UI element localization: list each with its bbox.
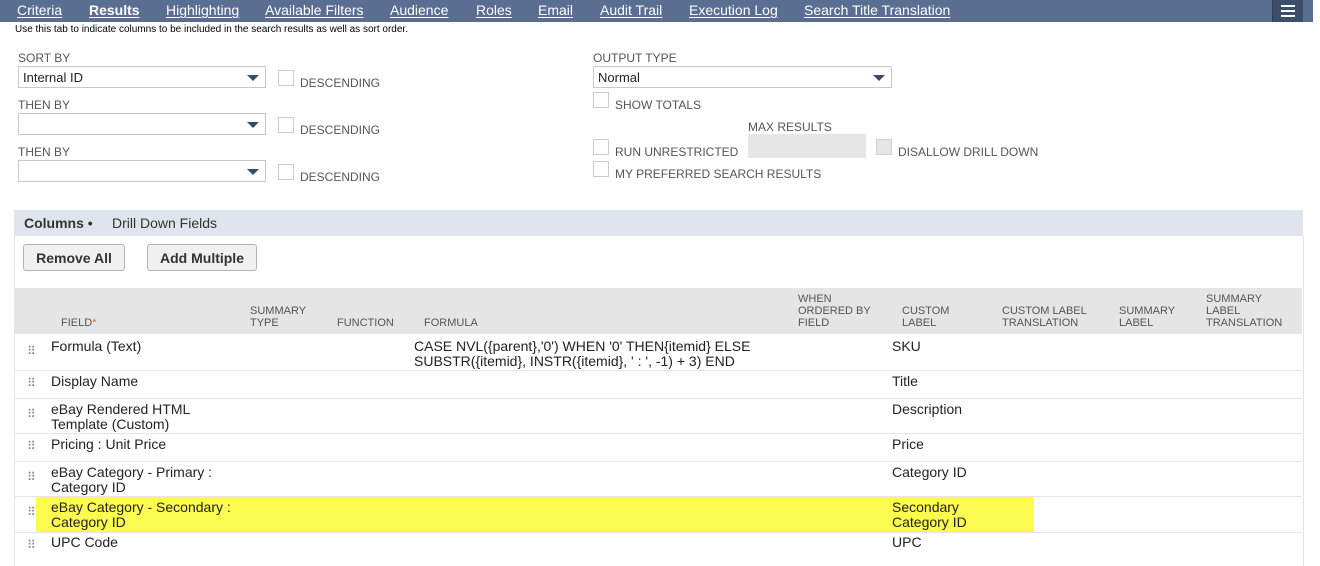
then-by-select-2[interactable] [18, 160, 266, 182]
tab-criteria[interactable]: Criteria [17, 2, 62, 18]
run-unrestricted-label: RUN UNRESTRICTED [615, 145, 739, 159]
row-field: Formula (Text) [51, 338, 142, 354]
chevron-down-icon [247, 75, 259, 81]
row-custom-label: Category ID [892, 464, 967, 480]
row-custom-label: SKU [892, 338, 921, 354]
row-custom-label: Description [892, 401, 963, 417]
descending-checkbox-1[interactable] [278, 70, 294, 86]
drag-handle-icon[interactable]: ⠿ [27, 506, 37, 518]
drag-handle-icon[interactable]: ⠿ [27, 539, 37, 551]
descending-checkbox-2[interactable] [278, 117, 294, 133]
drag-handle-icon[interactable]: ⠿ [27, 440, 37, 452]
subtab-drill-down-fields[interactable]: Drill Down Fields [112, 215, 217, 231]
sort-by-value: Internal ID [23, 70, 83, 85]
row-field: Display Name [51, 373, 139, 389]
row-custom-label: Price [892, 436, 924, 452]
run-unrestricted-checkbox[interactable] [593, 139, 609, 155]
table-row[interactable]: ⠿ eBay Category - Secondary : Category ID… [15, 497, 1302, 533]
header-summary-label-translation: SUMMARY LABEL TRANSLATION [1206, 293, 1283, 329]
add-multiple-button[interactable]: Add Multiple [147, 244, 257, 271]
drag-handle-icon[interactable]: ⠿ [27, 471, 37, 483]
sort-by-label: SORT BY [18, 51, 71, 65]
header-summary-type: SUMMARY TYPE [250, 305, 307, 329]
output-type-label: OUTPUT TYPE [593, 51, 677, 65]
row-field: eBay Category - Secondary : Category ID [51, 499, 231, 530]
tab-search-title-translation[interactable]: Search Title Translation [804, 2, 950, 18]
output-type-value: Normal [598, 70, 640, 85]
header-formula: FORMULA [424, 317, 478, 329]
my-preferred-label: MY PREFERRED SEARCH RESULTS [615, 167, 822, 181]
tab-bar: Criteria Results Highlighting Available … [0, 0, 1313, 22]
tab-audience[interactable]: Audience [390, 2, 448, 18]
descending-label-2: DESCENDING [300, 123, 381, 137]
menu-icon[interactable] [1272, 0, 1303, 22]
chevron-down-icon [247, 169, 259, 175]
subtab-bar: Columns • Drill Down Fields [14, 210, 1303, 236]
table-row[interactable]: ⠿ eBay Category - Primary : Category ID C… [15, 462, 1302, 497]
chevron-down-icon [873, 75, 885, 81]
tab-execution-log[interactable]: Execution Log [689, 2, 778, 18]
row-field: eBay Rendered HTML Template (Custom) [51, 401, 191, 432]
row-field: eBay Category - Primary : Category ID [51, 464, 213, 495]
max-results-label: MAX RESULTS [748, 120, 832, 134]
header-summary-label: SUMMARY LABEL [1119, 305, 1176, 329]
row-field: Pricing : Unit Price [51, 436, 167, 452]
then-by-select-1[interactable] [18, 113, 266, 135]
table-row[interactable]: ⠿ Formula (Text) CASE NVL({parent},'0') … [15, 335, 1302, 371]
sort-by-select[interactable]: Internal ID [18, 66, 266, 88]
output-type-select[interactable]: Normal [593, 66, 892, 88]
disallow-drill-down-checkbox[interactable] [876, 139, 892, 155]
header-custom-label-translation: CUSTOM LABEL TRANSLATION [1002, 305, 1087, 329]
header-function: FUNCTION [337, 317, 394, 329]
header-when-ordered-by-field: WHEN ORDERED BY FIELD [798, 293, 871, 329]
tab-email[interactable]: Email [538, 2, 573, 18]
then-by-label-2: THEN BY [18, 145, 71, 159]
drag-handle-icon[interactable]: ⠿ [27, 377, 37, 389]
table-row[interactable]: ⠿ UPC Code UPC [15, 533, 1302, 557]
row-custom-label: UPC [892, 534, 922, 550]
header-custom-label: CUSTOM LABEL [902, 305, 950, 329]
table-row[interactable]: ⠿ Display Name Title [15, 371, 1302, 399]
tab-audit-trail[interactable]: Audit Trail [600, 2, 662, 18]
disallow-drill-down-label: DISALLOW DRILL DOWN [898, 145, 1039, 159]
row-custom-label: Secondary Category ID [892, 499, 967, 530]
descending-label-3: DESCENDING [300, 170, 381, 184]
remove-all-button[interactable]: Remove All [23, 244, 125, 271]
show-totals-checkbox[interactable] [593, 92, 609, 108]
row-custom-label: Title [892, 373, 918, 389]
row-formula: CASE NVL({parent},'0') WHEN '0' THEN{ite… [414, 338, 751, 369]
tab-roles[interactable]: Roles [476, 2, 512, 18]
drag-handle-icon[interactable]: ⠿ [27, 345, 37, 357]
my-preferred-checkbox[interactable] [593, 161, 609, 177]
descending-label-1: DESCENDING [300, 76, 381, 90]
max-results-input[interactable] [748, 134, 866, 158]
chevron-down-icon [247, 122, 259, 128]
table-header: FIELD* SUMMARY TYPE FUNCTION FORMULA WHEN… [15, 288, 1302, 334]
then-by-label-1: THEN BY [18, 98, 71, 112]
tab-results[interactable]: Results [89, 2, 140, 18]
header-field: FIELD* [61, 317, 97, 329]
subtab-columns[interactable]: Columns • [24, 215, 93, 231]
help-text: Use this tab to indicate columns to be i… [15, 24, 408, 35]
table-row[interactable]: ⠿ eBay Rendered HTML Template (Custom) De… [15, 399, 1302, 434]
descending-checkbox-3[interactable] [278, 164, 294, 180]
tab-available-filters[interactable]: Available Filters [265, 2, 364, 18]
table-row[interactable]: ⠿ Pricing : Unit Price Price [15, 434, 1302, 462]
show-totals-label: SHOW TOTALS [615, 98, 702, 112]
required-mark: * [92, 317, 97, 329]
drag-handle-icon[interactable]: ⠿ [27, 408, 37, 420]
tab-highlighting[interactable]: Highlighting [166, 2, 239, 18]
row-field: UPC Code [51, 534, 118, 550]
